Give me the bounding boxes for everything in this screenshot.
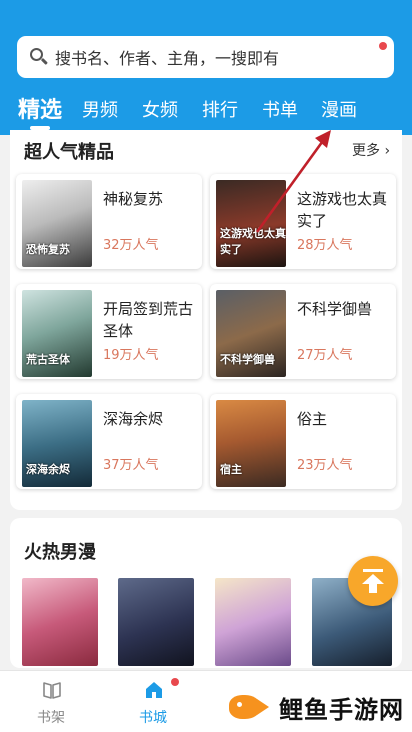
book-cover: 宿主	[216, 400, 286, 487]
tab-comics[interactable]: 漫画	[321, 96, 357, 122]
nav-bookstore[interactable]: 书城	[108, 671, 198, 732]
book-popularity: 23万人气	[297, 458, 353, 473]
book-cover: 不科学御兽	[216, 290, 286, 377]
nav-bookshelf[interactable]: 书架	[6, 671, 96, 732]
bookshelf-icon	[43, 682, 61, 699]
book-popularity: 32万人气	[103, 238, 159, 253]
book-card[interactable]: 恐怖复苏 神秘复苏 32万人气	[16, 174, 202, 269]
book-popularity: 27万人气	[297, 348, 353, 363]
tab-male[interactable]: 男频	[82, 96, 118, 122]
book-title: 神秘复苏	[103, 190, 164, 208]
tab-booklist[interactable]: 书单	[262, 96, 298, 122]
book-title: 不科学御兽	[297, 300, 373, 318]
search-icon	[29, 47, 49, 67]
book-cover: 这游戏也太真实了	[216, 180, 286, 267]
book-title: 开局签到荒古圣体	[103, 300, 194, 340]
book-card[interactable]: 深海余烬 深海余烬 37万人气	[16, 394, 202, 489]
book-popularity: 28万人气	[297, 238, 353, 253]
tab-featured[interactable]: 精选	[18, 92, 62, 124]
book-title: 这游戏也太真实了	[297, 190, 388, 230]
section-title: 超人气精品	[24, 142, 114, 163]
book-popularity: 19万人气	[103, 348, 159, 363]
search-placeholder: 搜书名、作者、主角，一搜即有	[55, 49, 280, 68]
popular-section: 超人气精品 更多 › 恐怖复苏 神秘复苏 32万人气 这游戏也太真实了 这游戏也…	[10, 130, 402, 510]
book-cover: 深海余烬	[22, 400, 92, 487]
nav-label: 书架	[37, 710, 65, 726]
search-bar[interactable]: 搜书名、作者、主角，一搜即有	[17, 36, 394, 78]
home-icon	[146, 682, 162, 698]
more-link[interactable]: 更多 ›	[352, 140, 390, 160]
manga-cover[interactable]	[215, 578, 291, 666]
tab-female[interactable]: 女频	[142, 96, 178, 122]
tab-ranking[interactable]: 排行	[202, 96, 238, 122]
nav-label: 书城	[139, 710, 167, 726]
book-card[interactable]: 宿主 俗主 23万人气	[210, 394, 396, 489]
notification-dot	[171, 678, 179, 686]
book-cover: 恐怖复苏	[22, 180, 92, 267]
manga-cover[interactable]	[22, 578, 98, 666]
watermark-text: 鲤鱼手游网	[279, 695, 404, 724]
notification-dot	[379, 42, 387, 50]
fish-logo-icon	[227, 691, 271, 723]
book-popularity: 37万人气	[103, 458, 159, 473]
section-title: 火热男漫	[24, 542, 96, 563]
category-tabs: 精选 男频 女频 排行 书单 漫画	[0, 90, 412, 130]
manga-cover[interactable]	[118, 578, 194, 666]
book-title: 深海余烬	[103, 410, 164, 428]
book-card[interactable]: 不科学御兽 不科学御兽 27万人气	[210, 284, 396, 379]
book-card[interactable]: 这游戏也太真实了 这游戏也太真实了 28万人气	[210, 174, 396, 269]
hot-manga-section: 火热男漫	[10, 518, 402, 668]
book-cover: 荒古圣体	[22, 290, 92, 377]
back-to-top-button[interactable]	[348, 556, 398, 606]
watermark: 鲤鱼手游网	[215, 682, 412, 732]
book-title: 俗主	[297, 410, 328, 428]
book-card[interactable]: 荒古圣体 开局签到荒古圣体 19万人气	[16, 284, 202, 379]
